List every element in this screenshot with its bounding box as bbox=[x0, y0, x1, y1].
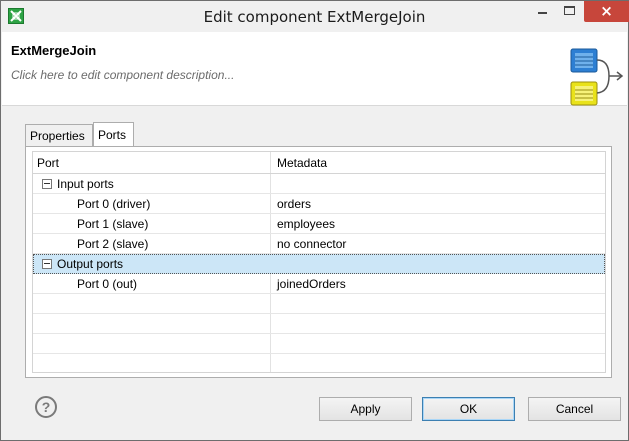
collapse-icon[interactable] bbox=[42, 259, 52, 269]
ports-table[interactable]: Port Metadata Input ports Port 0 (driver… bbox=[32, 151, 606, 373]
title-bar[interactable]: Edit component ExtMergeJoin × bbox=[1, 1, 629, 31]
table-header: Port Metadata bbox=[33, 152, 605, 174]
minimize-icon bbox=[538, 12, 547, 14]
column-header-port[interactable]: Port bbox=[33, 152, 59, 174]
help-icon[interactable]: ? bbox=[35, 396, 57, 418]
table-row[interactable]: Port 0 (driver) orders bbox=[33, 194, 605, 214]
dialog-window: Edit component ExtMergeJoin × ExtMergeJo… bbox=[0, 0, 629, 441]
port-name: Port 0 (driver) bbox=[77, 197, 151, 211]
port-name: Port 2 (slave) bbox=[77, 237, 149, 251]
tab-properties[interactable]: Properties bbox=[25, 124, 93, 146]
table-row-empty bbox=[33, 354, 605, 374]
minimize-button[interactable] bbox=[529, 1, 556, 22]
table-row-empty bbox=[33, 314, 605, 334]
component-header: ExtMergeJoin Click here to edit componen… bbox=[2, 32, 627, 106]
port-name: Port 0 (out) bbox=[77, 277, 138, 291]
port-metadata[interactable]: employees bbox=[277, 214, 335, 234]
maximize-button[interactable] bbox=[556, 1, 583, 22]
apply-button[interactable]: Apply bbox=[319, 397, 412, 421]
merge-join-component-icon bbox=[569, 48, 627, 106]
table-row[interactable]: Port 1 (slave) employees bbox=[33, 214, 605, 234]
table-row-selected[interactable]: Output ports bbox=[33, 254, 605, 274]
maximize-icon bbox=[564, 6, 575, 15]
ok-button[interactable]: OK bbox=[422, 397, 515, 421]
port-name: Input ports bbox=[57, 177, 114, 191]
port-metadata[interactable]: orders bbox=[277, 194, 311, 214]
table-row[interactable]: Port 2 (slave) no connector bbox=[33, 234, 605, 254]
ports-panel: Port Metadata Input ports Port 0 (driver… bbox=[25, 146, 612, 378]
close-icon: × bbox=[600, 2, 613, 20]
component-name: ExtMergeJoin bbox=[11, 43, 97, 58]
table-row-empty bbox=[33, 334, 605, 354]
port-metadata[interactable]: joinedOrders bbox=[277, 274, 346, 294]
collapse-icon[interactable] bbox=[42, 179, 52, 189]
port-name: Port 1 (slave) bbox=[77, 217, 149, 231]
port-name: Output ports bbox=[57, 257, 124, 271]
close-button[interactable]: × bbox=[584, 1, 629, 22]
tab-ports[interactable]: Ports bbox=[93, 122, 134, 147]
table-row[interactable]: Input ports bbox=[33, 174, 605, 194]
port-metadata[interactable]: no connector bbox=[277, 234, 346, 254]
table-row[interactable]: Port 0 (out) joinedOrders bbox=[33, 274, 605, 294]
column-header-metadata[interactable]: Metadata bbox=[277, 152, 327, 174]
table-row-empty bbox=[33, 294, 605, 314]
component-description[interactable]: Click here to edit component description… bbox=[11, 68, 234, 82]
cancel-button[interactable]: Cancel bbox=[528, 397, 621, 421]
